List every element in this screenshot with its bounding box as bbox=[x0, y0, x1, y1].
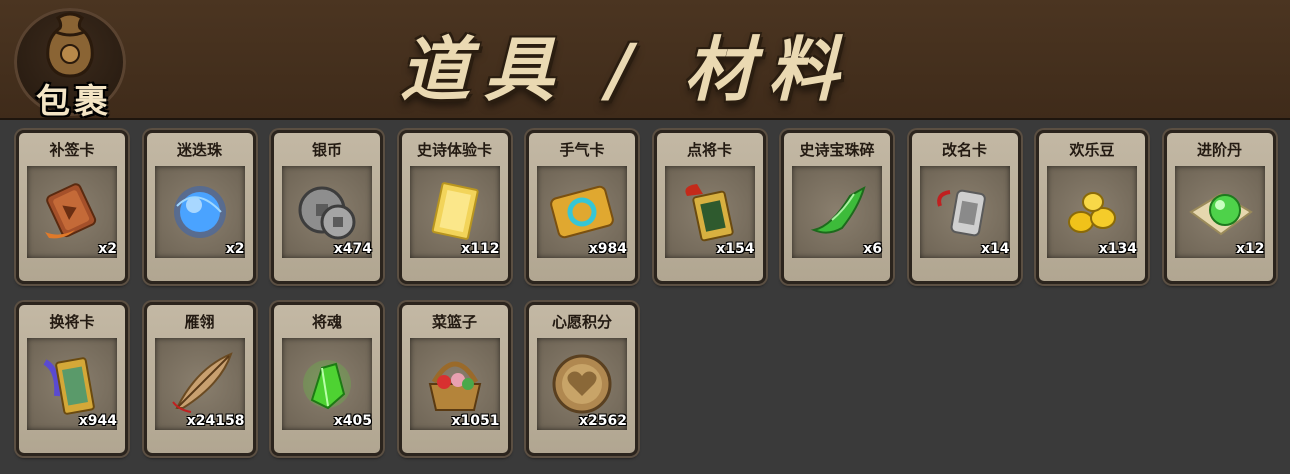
item-card[interactable]: 史诗体验卡 x112 bbox=[398, 130, 511, 284]
item-count: x134 bbox=[1098, 241, 1137, 257]
item-card[interactable]: 菜篮子 x1051 bbox=[398, 302, 511, 456]
item-count: x984 bbox=[588, 241, 627, 257]
bag-label: 包裹 bbox=[36, 82, 112, 122]
item-name: 菜篮子 bbox=[431, 313, 477, 331]
item-name: 补签卡 bbox=[49, 141, 95, 159]
item-card[interactable]: 点将卡 x154 bbox=[653, 130, 766, 284]
item-count: x112 bbox=[461, 241, 500, 257]
item-count: x405 bbox=[333, 413, 372, 429]
item-count: x14 bbox=[980, 241, 1010, 257]
item-count: x6 bbox=[863, 241, 882, 257]
item-name: 心愿积分 bbox=[551, 313, 612, 331]
item-count: x24158 bbox=[186, 413, 245, 429]
item-card[interactable]: 史诗宝珠碎 x6 bbox=[781, 130, 893, 284]
item-name: 雁翎 bbox=[184, 313, 215, 331]
item-name: 手气卡 bbox=[559, 141, 605, 159]
item-count: x12 bbox=[1235, 241, 1265, 257]
bag-icon bbox=[46, 12, 94, 78]
item-name: 史诗体验卡 bbox=[416, 141, 492, 159]
item-card[interactable]: 迷迭珠 x2 bbox=[143, 130, 256, 284]
item-name: 将魂 bbox=[311, 313, 342, 331]
item-card[interactable]: 银币 x474 bbox=[271, 130, 383, 284]
item-name: 欢乐豆 bbox=[1069, 141, 1115, 159]
item-count: x2 bbox=[225, 241, 245, 257]
item-count: x2 bbox=[98, 241, 117, 257]
item-count: x154 bbox=[716, 241, 755, 257]
item-card[interactable]: 欢乐豆 x134 bbox=[1036, 130, 1148, 284]
item-name: 换将卡 bbox=[49, 313, 95, 331]
item-count: x1051 bbox=[451, 413, 500, 429]
inventory-header: 包裹 道具 / 材料 bbox=[0, 0, 1290, 122]
item-count: x474 bbox=[333, 241, 372, 257]
item-count: x2562 bbox=[579, 413, 627, 429]
item-name: 银币 bbox=[311, 141, 342, 159]
item-name: 点将卡 bbox=[686, 141, 732, 159]
item-name: 进阶丹 bbox=[1196, 141, 1242, 159]
item-name: 迷迭珠 bbox=[176, 141, 222, 159]
item-name: 史诗宝珠碎 bbox=[799, 141, 875, 159]
bag-emblem[interactable]: 包裹 bbox=[8, 4, 132, 122]
item-grid: 补签卡 x2 迷迭珠 x2 银币 x474 史诗体验卡 x112 手气卡 x984 点将卡 x154 史… bbox=[16, 130, 1276, 456]
item-card[interactable]: 手气卡 x984 bbox=[526, 130, 638, 284]
item-name: 改名卡 bbox=[941, 141, 987, 159]
item-card[interactable]: 进阶丹 x12 bbox=[1163, 130, 1276, 284]
item-card[interactable]: 改名卡 x14 bbox=[908, 130, 1021, 284]
item-card[interactable]: 换将卡 x944 bbox=[16, 302, 128, 456]
item-card[interactable]: 雁翎 x24158 bbox=[143, 302, 256, 456]
item-card[interactable]: 将魂 x405 bbox=[271, 302, 383, 456]
item-count: x944 bbox=[78, 413, 117, 429]
item-card[interactable]: 心愿积分 x2562 bbox=[526, 302, 638, 456]
item-card[interactable]: 补签卡 x2 bbox=[16, 130, 128, 284]
page-title: 道具 / 材料 bbox=[400, 28, 853, 111]
